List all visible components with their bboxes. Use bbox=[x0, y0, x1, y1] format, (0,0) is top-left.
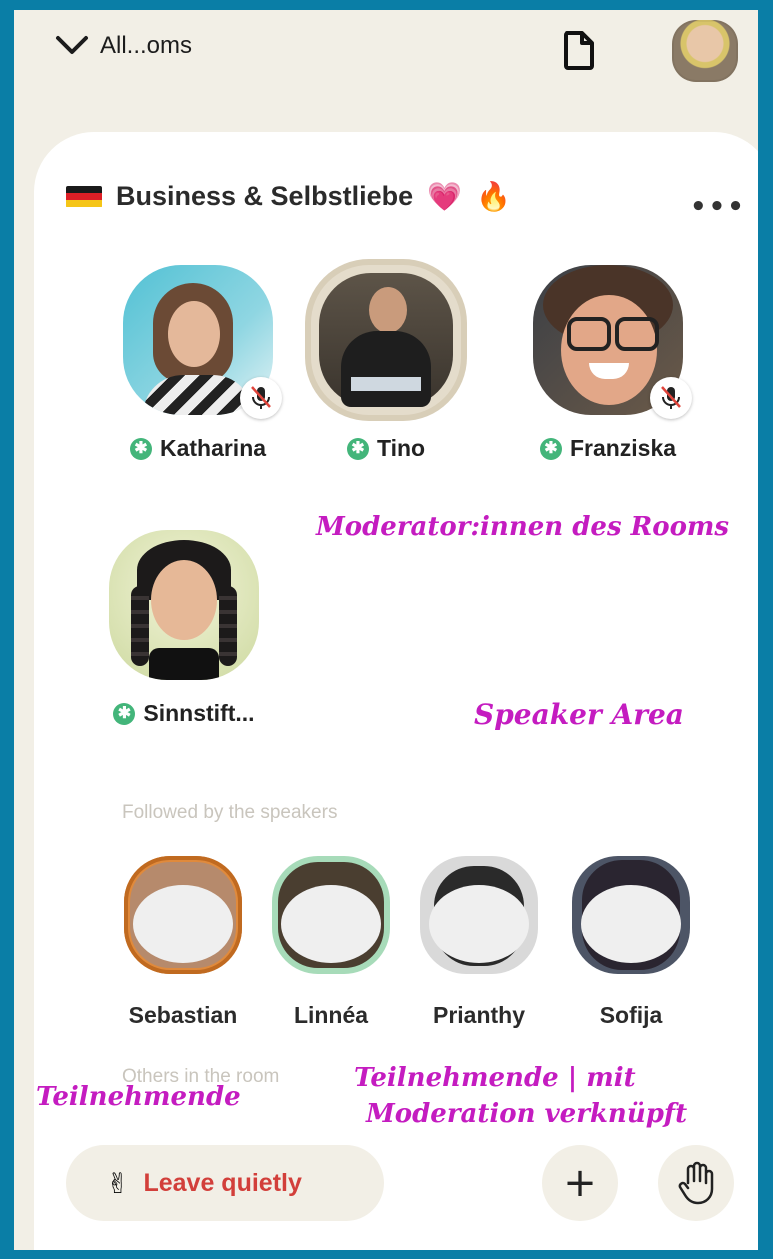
speaker-photo bbox=[109, 530, 259, 680]
follower-sofija[interactable]: Sofija bbox=[566, 856, 696, 1029]
speaker-name-text: Tino bbox=[376, 435, 426, 461]
follower-name: Sofija bbox=[599, 1002, 663, 1028]
annotation-moderators: Moderator:innen des Rooms bbox=[316, 512, 730, 542]
speaker-tino[interactable]: ✱ Tino bbox=[306, 265, 466, 462]
privacy-blur bbox=[281, 885, 381, 963]
moderator-badge-icon: ✱ bbox=[113, 702, 136, 725]
follower-name: Linnéa bbox=[293, 1002, 369, 1028]
chevron-down-icon bbox=[56, 36, 88, 54]
raise-hand-icon bbox=[678, 1161, 714, 1205]
profile-avatar[interactable] bbox=[672, 20, 738, 82]
follower-name: Prianthy bbox=[432, 1002, 526, 1028]
moderator-badge-icon: ✱ bbox=[129, 437, 152, 460]
leave-quietly-label: Leave quietly bbox=[143, 1168, 302, 1197]
speaker-name-text: Franziska bbox=[569, 435, 677, 461]
speaker-katharina[interactable]: ✱ Katharina bbox=[108, 265, 288, 462]
annotation-line: Moderation verknüpft bbox=[366, 1099, 688, 1129]
follower-photo bbox=[420, 856, 538, 974]
annotation-speaker-area: Speaker Area bbox=[474, 698, 684, 731]
moderator-badge-icon: ✱ bbox=[539, 437, 562, 460]
plus-icon: + bbox=[563, 1160, 597, 1206]
privacy-blur bbox=[581, 885, 681, 963]
speaker-name: ✱ Tino bbox=[306, 435, 466, 462]
section-followed-by-speakers: Followed by the speakers bbox=[122, 802, 338, 823]
follower-sebastian[interactable]: Sebastian bbox=[118, 856, 248, 1029]
follower-prianthy[interactable]: Prianthy bbox=[414, 856, 544, 1029]
raise-hand-button[interactable] bbox=[658, 1145, 734, 1221]
speaker-photo bbox=[311, 265, 461, 415]
add-person-button[interactable]: + bbox=[542, 1145, 618, 1221]
speaker-sinnstift[interactable]: ✱ Sinnstift... bbox=[94, 530, 274, 727]
app-screen: All...oms Business & Selbstliebe 💗 🔥 ••• bbox=[14, 10, 758, 1250]
follower-photo bbox=[572, 856, 690, 974]
moderator-badge-icon: ✱ bbox=[346, 437, 369, 460]
leave-quietly-button[interactable]: ✌ Leave quietly bbox=[66, 1145, 384, 1221]
speaker-name: ✱ Katharina bbox=[108, 435, 288, 462]
back-label: All...oms bbox=[100, 32, 193, 59]
back-to-rooms-button[interactable]: All...oms bbox=[54, 32, 192, 60]
follower-photo bbox=[124, 856, 242, 974]
follower-photo bbox=[272, 856, 390, 974]
heart-icon: 💗 bbox=[427, 181, 462, 212]
peace-hand-icon: ✌ bbox=[106, 1166, 130, 1200]
room-title: Business & Selbstliebe 💗 🔥 bbox=[66, 180, 511, 213]
top-bar: All...oms bbox=[14, 10, 758, 130]
document-icon[interactable] bbox=[562, 30, 596, 74]
speaker-name-text: Sinnstift... bbox=[143, 700, 255, 726]
privacy-blur bbox=[133, 885, 233, 963]
annotation-participants: Teilnehmende bbox=[36, 1082, 241, 1112]
privacy-blur bbox=[429, 885, 529, 963]
fire-icon: 🔥 bbox=[475, 181, 511, 212]
annotation-participants-moderation: Teilnehmende | mit Moderation verknüpft bbox=[354, 1060, 687, 1132]
follower-linnea[interactable]: Linnéa bbox=[266, 856, 396, 1029]
speaker-name: ✱ Franziska bbox=[508, 435, 708, 462]
annotation-line: Teilnehmende | mit bbox=[354, 1063, 636, 1093]
muted-mic-icon bbox=[650, 377, 692, 419]
more-options-button[interactable]: ••• bbox=[690, 192, 746, 222]
speaker-name-text: Katharina bbox=[159, 435, 267, 461]
room-title-text: Business & Selbstliebe bbox=[116, 181, 414, 211]
speaker-name: ✱ Sinnstift... bbox=[94, 700, 274, 727]
follower-name: Sebastian bbox=[128, 1002, 238, 1028]
muted-mic-icon bbox=[240, 377, 282, 419]
speaker-franziska[interactable]: ✱ Franziska bbox=[508, 265, 708, 462]
german-flag-icon bbox=[66, 185, 102, 208]
